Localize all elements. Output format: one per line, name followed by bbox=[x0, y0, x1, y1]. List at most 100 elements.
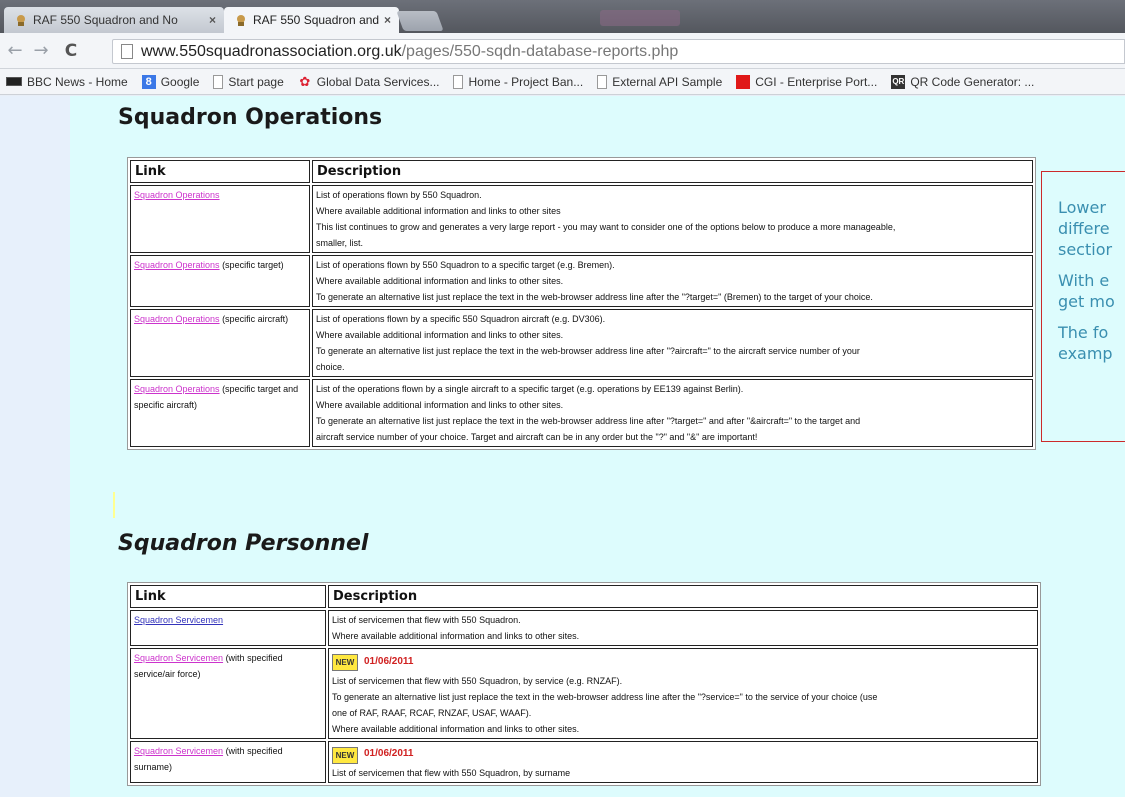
column-header-link: Link bbox=[130, 585, 326, 608]
bookmark-start-page[interactable]: Start page bbox=[213, 74, 284, 89]
gds-icon: ✿ bbox=[299, 73, 311, 89]
note-line: Lower bbox=[1058, 198, 1106, 217]
bookmark-label: CGI - Enterprise Port... bbox=[755, 74, 878, 89]
bookmark-google[interactable]: 8 Google bbox=[141, 74, 200, 89]
description-line: List of operations flown by 550 Squadron… bbox=[316, 190, 482, 200]
update-date: 01/06/2011 bbox=[364, 655, 414, 667]
link-cell: Squadron Servicemen bbox=[130, 610, 326, 646]
link-cell: Squadron Operations (specific aircraft) bbox=[130, 309, 310, 377]
description-line: This list continues to grow and generate… bbox=[316, 222, 896, 232]
table-row: Squadron Operations (specific target and… bbox=[130, 379, 1033, 447]
bookmark-label: QR Code Generator: ... bbox=[910, 74, 1035, 89]
bookmark-global-data-services[interactable]: ✿ Global Data Services... bbox=[298, 73, 440, 89]
forward-arrow-icon[interactable]: → bbox=[30, 40, 52, 62]
bookmark-cgi[interactable]: CGI - Enterprise Port... bbox=[736, 74, 878, 89]
table-row: Squadron Servicemen List of servicemen t… bbox=[130, 610, 1038, 646]
bookmark-qr-code[interactable]: QR QR Code Generator: ... bbox=[891, 74, 1035, 89]
bookmark-external-api[interactable]: External API Sample bbox=[597, 74, 722, 89]
page-viewport: Squadron Operations Link Description Squ… bbox=[0, 96, 1125, 797]
text-cursor bbox=[113, 492, 115, 518]
bookmarks-bar: BBC News - Home 8 Google Start page ✿ Gl… bbox=[0, 69, 1125, 95]
squadron-operations-link[interactable]: Squadron Operations bbox=[134, 190, 220, 200]
description-line: To generate an alternative list just rep… bbox=[332, 691, 878, 702]
update-date: 01/06/2011 bbox=[364, 748, 414, 760]
close-icon[interactable]: × bbox=[209, 13, 216, 27]
address-bar[interactable]: www.550squadronassociation.org.uk/pages/… bbox=[112, 39, 1125, 64]
squadron-operations-target-link[interactable]: Squadron Operations bbox=[134, 260, 220, 270]
link-suffix: (specific target) bbox=[219, 260, 284, 270]
page-icon bbox=[597, 74, 608, 89]
squadron-servicemen-service-link[interactable]: Squadron Servicemen bbox=[134, 653, 223, 663]
personnel-heading: Squadron Personnel bbox=[118, 531, 369, 556]
bookmark-label: Home - Project Ban... bbox=[468, 74, 584, 89]
table-row: Squadron Operations (specific target) Li… bbox=[130, 255, 1033, 307]
description-cell: List of operations flown by 550 Squadron… bbox=[312, 185, 1033, 253]
table-header-row: Link Description bbox=[130, 585, 1038, 608]
description-line: choice. bbox=[316, 362, 345, 372]
cgi-icon bbox=[736, 74, 751, 89]
description-line: List of operations flown by a specific 5… bbox=[316, 314, 606, 324]
squadron-operations-aircraft-link[interactable]: Squadron Operations bbox=[134, 314, 220, 324]
description-line: To generate an alternative list just rep… bbox=[316, 346, 860, 356]
description-line: List of servicemen that flew with 550 Sq… bbox=[332, 675, 623, 686]
bookmark-label: Start page bbox=[228, 74, 284, 89]
description-cell: NEW 01/06/2011 List of servicemen that fl… bbox=[328, 740, 1038, 784]
bookmark-label: BBC News - Home bbox=[27, 74, 128, 89]
description-cell: List of servicemen that flew with 550 Sq… bbox=[328, 610, 1038, 646]
back-arrow-icon[interactable]: ← bbox=[4, 40, 26, 62]
bookmark-project-ban[interactable]: Home - Project Ban... bbox=[453, 74, 584, 89]
squadron-servicemen-link[interactable]: Squadron Servicemen bbox=[134, 615, 223, 625]
squadron-servicemen-surname-link[interactable]: Squadron Servicemen bbox=[134, 746, 223, 756]
note-line: The fo bbox=[1058, 323, 1109, 342]
note-line: examp bbox=[1058, 344, 1113, 363]
description-line: List of servicemen that flew with 550 Sq… bbox=[332, 615, 521, 625]
description-line: Where available additional information a… bbox=[332, 723, 580, 734]
profile-badge bbox=[600, 10, 680, 26]
column-header-link: Link bbox=[130, 160, 310, 183]
bookmark-label: Global Data Services... bbox=[316, 74, 440, 89]
squadron-crest-icon bbox=[237, 15, 245, 26]
page-icon bbox=[213, 74, 224, 89]
note-line: differe bbox=[1058, 219, 1110, 238]
note-line: sectior bbox=[1058, 240, 1113, 259]
url-path: /pages/550-sqdn-database-reports.php bbox=[401, 42, 679, 60]
link-cell: Squadron Servicemen (with specified serv… bbox=[130, 648, 326, 739]
google-icon: 8 bbox=[141, 74, 156, 89]
bbc-icon bbox=[6, 77, 22, 86]
squadron-operations-target-aircraft-link[interactable]: Squadron Operations bbox=[134, 384, 220, 394]
table-row: Squadron Operations List of operations f… bbox=[130, 185, 1033, 253]
link-cell: Squadron Operations (specific target and… bbox=[130, 379, 310, 447]
description-line: Where available additional information a… bbox=[316, 400, 564, 410]
description-cell: NEW 01/06/2011 List of servicemen that fl… bbox=[328, 648, 1038, 739]
tab-title: RAF 550 Squadron and No bbox=[33, 13, 178, 27]
reload-icon[interactable]: C bbox=[60, 40, 82, 62]
link-cell: Squadron Operations bbox=[130, 185, 310, 253]
bookmark-label: Google bbox=[160, 74, 200, 89]
side-note-box: Lower differe sectior With e get mo The … bbox=[1041, 171, 1125, 442]
new-tab-button[interactable] bbox=[396, 11, 444, 31]
table-row: Squadron Servicemen (with specified surn… bbox=[130, 740, 1038, 784]
note-line: get mo bbox=[1058, 292, 1115, 311]
description-cell: List of operations flown by a specific 5… bbox=[312, 309, 1033, 377]
description-line: smaller, list. bbox=[316, 238, 364, 248]
description-line: List of operations flown by 550 Squadron… bbox=[316, 260, 615, 270]
close-icon[interactable]: × bbox=[384, 13, 391, 27]
link-suffix: (specific aircraft) bbox=[219, 314, 289, 324]
tab-title: RAF 550 Squadron and No bbox=[253, 13, 380, 27]
qr-icon: QR bbox=[891, 74, 906, 89]
note-line: With e bbox=[1058, 271, 1110, 290]
column-header-description: Description bbox=[328, 585, 1038, 608]
description-line: List of servicemen that flew with 550 Sq… bbox=[332, 768, 571, 779]
note-paragraph: The fo examp bbox=[1058, 322, 1125, 364]
tab-raf-550-inactive[interactable]: RAF 550 Squadron and No × bbox=[4, 7, 224, 33]
bookmark-bbc[interactable]: BBC News - Home bbox=[6, 75, 128, 89]
new-badge-icon: NEW bbox=[332, 654, 358, 672]
tab-raf-550-active[interactable]: RAF 550 Squadron and No × bbox=[224, 7, 399, 33]
description-line: To generate an alternative list just rep… bbox=[316, 416, 861, 426]
description-line: Where available additional information a… bbox=[316, 330, 564, 340]
description-cell: List of the operations flown by a single… bbox=[312, 379, 1033, 447]
personnel-table: Link Description Squadron Servicemen Lis… bbox=[127, 582, 1041, 787]
description-line: Where available additional information a… bbox=[316, 206, 561, 216]
note-paragraph: With e get mo bbox=[1058, 270, 1125, 312]
tab-strip: RAF 550 Squadron and No × RAF 550 Squadr… bbox=[0, 0, 1125, 33]
